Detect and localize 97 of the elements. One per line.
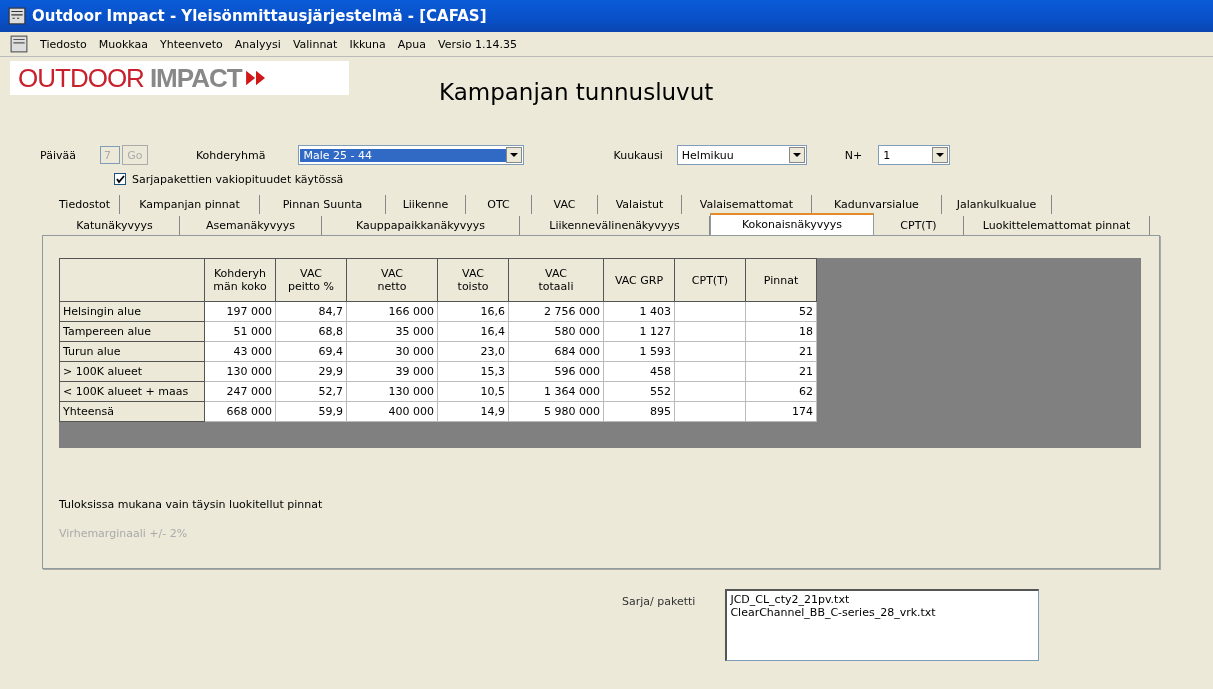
- menu-item[interactable]: Versio 1.14.35: [438, 37, 517, 51]
- tab[interactable]: Pinnan Suunta: [260, 195, 386, 214]
- target-group-dropdown[interactable]: Male 25 - 44: [297, 145, 524, 165]
- table-cell: 18: [745, 321, 817, 342]
- menu-item[interactable]: Apua: [397, 37, 426, 51]
- tab[interactable]: VAC: [532, 195, 598, 214]
- row-header: < 100K alueet + maas: [59, 381, 205, 402]
- table-cell: 130 000: [204, 361, 276, 382]
- tab[interactable]: Tiedostot: [50, 195, 120, 214]
- list-item[interactable]: ClearChannel_BB_C-series_28_vrk.txt: [730, 606, 1036, 619]
- column-header: VAC netto: [346, 258, 438, 302]
- column-header: VAC totaali: [508, 258, 604, 302]
- logo-text: IMPACT: [149, 62, 242, 94]
- checkbox[interactable]: [114, 173, 126, 185]
- package-list[interactable]: JCD_CL_cty2_21pv.txt ClearChannel_BB_C-series_28_vrk.txt: [725, 589, 1040, 661]
- logo-text: OUTDOOR: [18, 62, 144, 94]
- column-header: VAC peitto %: [275, 258, 347, 302]
- table-cell: 68,8: [275, 321, 347, 342]
- row-header: > 100K alueet: [59, 361, 205, 382]
- row-header: Turun alue: [59, 341, 205, 362]
- table-cell: 43 000: [204, 341, 276, 362]
- table-cell: 400 000: [346, 401, 438, 422]
- tab[interactable]: Jalankulkualue: [942, 195, 1052, 214]
- table-cell: 29,9: [275, 361, 347, 382]
- table-cell: 52: [745, 301, 817, 322]
- table-cell: 39 000: [346, 361, 438, 382]
- menu-item[interactable]: Valinnat: [292, 37, 338, 51]
- table-cell: 10,5: [437, 381, 509, 402]
- window-title: Outdoor Impact - Yleisönmittausjärjestelmä - [CAFAS]: [32, 7, 487, 25]
- table-cell: 30 000: [346, 341, 438, 362]
- dropdown-arrow-icon: [792, 152, 801, 158]
- note-text: Tuloksissa mukana vain täysin luokitellut pinnat: [59, 498, 324, 511]
- table-cell: 21: [745, 361, 817, 382]
- tab[interactable]: OTC: [466, 195, 532, 214]
- menu-item[interactable]: Yhteenveto: [159, 37, 223, 51]
- table-cell: 16,4: [437, 321, 509, 342]
- field-label: Kuukausi: [613, 148, 663, 162]
- table-cell: 23,0: [437, 341, 509, 362]
- field-label: N+: [844, 148, 863, 162]
- table-cell: 458: [603, 361, 675, 382]
- table-cell: 35 000: [346, 321, 438, 342]
- table-cell: 2 756 000: [508, 301, 604, 322]
- column-header: Pinnat: [745, 258, 817, 302]
- tab[interactable]: Kampanjan pinnat: [120, 195, 260, 214]
- row-header: Yhteensä: [59, 401, 205, 422]
- column-header: Kohderyh män koko: [204, 258, 276, 302]
- field-label: Kohderyhmä: [195, 148, 266, 162]
- table-cell: 684 000: [508, 341, 604, 362]
- table-cell: 596 000: [508, 361, 604, 382]
- table-cell: 130 000: [346, 381, 438, 402]
- margin-note: Virhemarginaali +/- 2%: [59, 527, 189, 540]
- row-header: Helsingin alue: [59, 301, 205, 322]
- page-heading: Kampanjan tunnusluvut: [439, 79, 714, 105]
- field-label: Päivää: [40, 148, 76, 162]
- column-header: VAC toisto: [437, 258, 509, 302]
- table-cell: 16,6: [437, 301, 509, 322]
- table-cell: 69,4: [275, 341, 347, 362]
- menu-item[interactable]: Analyysi: [234, 37, 281, 51]
- month-dropdown[interactable]: Helmikuu: [676, 145, 807, 165]
- dropdown-arrow-icon: [936, 152, 945, 158]
- table-cell: 1 403: [603, 301, 675, 322]
- table-cell: 668 000: [204, 401, 276, 422]
- menu-item[interactable]: Tiedosto: [40, 37, 87, 51]
- menu-item[interactable]: Ikkuna: [349, 37, 386, 51]
- field-label: Sarja/ paketti: [622, 595, 696, 608]
- table-cell: 62: [745, 381, 817, 402]
- n-plus-dropdown[interactable]: 1: [878, 145, 951, 165]
- table-cell: 895: [603, 401, 675, 422]
- document-icon: [10, 35, 28, 53]
- column-header: VAC GRP: [603, 258, 675, 302]
- tab[interactable]: Valaistut: [598, 195, 682, 214]
- row-header: Tampereen alue: [59, 321, 205, 342]
- table-cell: 14,9: [437, 401, 509, 422]
- table-cell: 174: [745, 401, 817, 422]
- table-cell: 1 127: [603, 321, 675, 342]
- table-cell: 580 000: [508, 321, 604, 342]
- table-cell: 166 000: [346, 301, 438, 322]
- table-cell: 247 000: [204, 381, 276, 402]
- app-icon: [8, 7, 26, 25]
- checkbox-label: Sarjapakettien vakiopituudet käytössä: [132, 172, 344, 186]
- dropdown-arrow-icon: [509, 152, 518, 158]
- table-cell: 1 364 000: [508, 381, 604, 402]
- table-cell: 5 980 000: [508, 401, 604, 422]
- table-cell: 84,7: [275, 301, 347, 322]
- tab[interactable]: Kokonaisnäkyvyys: [710, 213, 874, 235]
- table-cell: 21: [745, 341, 817, 362]
- table-cell: 1 593: [603, 341, 675, 362]
- table-cell: 52,7: [275, 381, 347, 402]
- table-cell: 59,9: [275, 401, 347, 422]
- table-cell: 197 000: [204, 301, 276, 322]
- table-cell: 15,3: [437, 361, 509, 382]
- menu-item[interactable]: Muokkaa: [98, 37, 148, 51]
- table-cell: 51 000: [204, 321, 276, 342]
- list-item[interactable]: JCD_CL_cty2_21pv.txt: [730, 593, 1036, 606]
- column-header: CPT(T): [674, 258, 746, 302]
- table-cell: 552: [603, 381, 675, 402]
- tab[interactable]: Liikenne: [386, 195, 466, 214]
